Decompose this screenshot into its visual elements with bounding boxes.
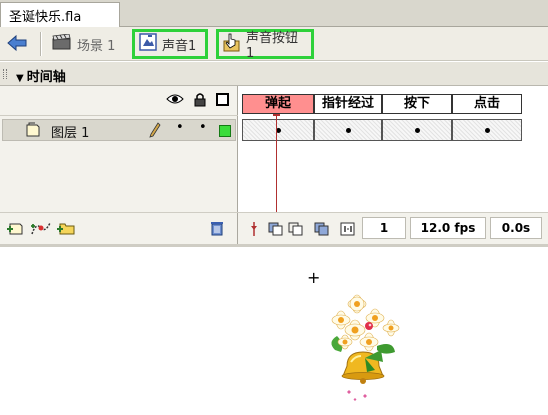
elapsed-time-field: 0.0s: [490, 217, 542, 239]
panel-grip-icon[interactable]: [3, 69, 7, 79]
layer-visibility-toggle[interactable]: •: [176, 120, 184, 135]
breadcrumb-scene-label: 场景 1: [77, 38, 116, 54]
frame-label-over[interactable]: 指针经过: [314, 94, 382, 114]
edit-multiple-frames-icon[interactable]: [314, 221, 330, 240]
graphic-symbol-icon: [139, 33, 157, 55]
keyframe-dot: [485, 128, 490, 133]
add-motion-guide-icon[interactable]: [30, 220, 52, 240]
eye-icon[interactable]: [166, 93, 184, 108]
back-button[interactable]: [6, 33, 28, 53]
back-arrow-icon: [7, 34, 27, 52]
edit-bar: 场景 1 声音1 声音按钮1: [0, 27, 548, 61]
timeline-title-label: 时间轴: [26, 70, 66, 85]
breadcrumb-symbol-sound[interactable]: 声音1: [132, 29, 208, 59]
frame-label-up[interactable]: 弹起: [242, 94, 314, 114]
layer-row[interactable]: 图层 1 • •: [2, 119, 236, 141]
document-tab[interactable]: 圣诞快乐.fla: [0, 2, 120, 27]
layer-column-headers: [0, 86, 238, 116]
pencil-icon: [149, 122, 161, 142]
outline-square-icon[interactable]: [216, 93, 229, 109]
playhead[interactable]: [276, 114, 277, 216]
onion-skin-icon[interactable]: [268, 221, 284, 240]
keyframe-hit[interactable]: [452, 119, 522, 141]
current-frame-field: 1: [362, 217, 406, 239]
document-tab-bar: 圣诞快乐.fla: [0, 0, 548, 27]
button-symbol-icon: [223, 32, 241, 56]
clapperboard-icon: [52, 33, 72, 54]
frame-label-hit[interactable]: 点击: [452, 94, 522, 114]
layer-icon: [25, 122, 41, 142]
keyframe-over[interactable]: [314, 119, 382, 141]
keyframe-dot: [415, 128, 420, 133]
layer-toolbar: [0, 212, 238, 244]
flash-window: 圣诞快乐.fla 场景 1 声音1 声音按钮1 ▼ 时间轴 图层 1 • • 弹…: [0, 0, 548, 415]
frame-rate-field[interactable]: 12.0 fps: [410, 217, 486, 239]
trash-icon[interactable]: [210, 220, 224, 240]
registration-point-icon: +: [307, 268, 321, 287]
layer-outline-toggle[interactable]: [219, 125, 231, 137]
timeline-panel-header[interactable]: ▼ 时间轴: [0, 62, 548, 86]
timeline-frames: 弹起 指针经过 按下 点击 1 12.0 fps 0.0s: [238, 86, 548, 244]
modify-onion-markers-icon[interactable]: [340, 221, 356, 240]
center-frame-icon[interactable]: [250, 221, 258, 240]
layer-lock-toggle[interactable]: •: [199, 120, 207, 135]
document-tab-title: 圣诞快乐.fla: [9, 10, 82, 25]
breadcrumb-symbol-sound-label: 声音1: [162, 38, 197, 54]
keyframe-dot: [346, 128, 351, 133]
lock-icon[interactable]: [194, 93, 206, 110]
insert-folder-icon[interactable]: [56, 220, 76, 240]
timeline-status-bar: 1 12.0 fps 0.0s: [238, 212, 548, 244]
bell-flower-graphic[interactable]: [325, 290, 415, 406]
timeline-title[interactable]: ▼ 时间轴: [16, 66, 66, 85]
breadcrumb-symbol-button-label: 声音按钮1: [246, 31, 299, 61]
edit-bar-divider: [40, 32, 42, 56]
onion-skin-outline-icon[interactable]: [288, 221, 304, 240]
layer-name[interactable]: 图层 1: [51, 122, 89, 141]
collapse-triangle-icon[interactable]: ▼: [16, 73, 24, 84]
stage[interactable]: +: [0, 247, 548, 415]
keyframe-up[interactable]: [242, 119, 314, 141]
breadcrumb-symbol-button[interactable]: 声音按钮1: [216, 29, 314, 61]
insert-layer-icon[interactable]: [6, 220, 24, 240]
breadcrumb-scene[interactable]: 场景 1: [52, 29, 115, 59]
keyframe-down[interactable]: [382, 119, 452, 141]
layer-panel: 图层 1 • •: [0, 86, 238, 244]
frame-label-down[interactable]: 按下: [382, 94, 452, 114]
